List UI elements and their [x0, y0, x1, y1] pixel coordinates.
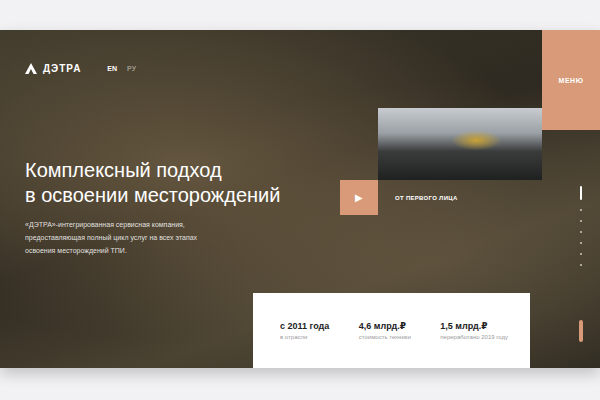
- stat-label: переработано 2019 году: [440, 334, 508, 340]
- page: ДЭТРА EN РУ МЕНЮ Комплексный подходв освоени…: [0, 0, 600, 400]
- stat-value: 4,6 млрд.₽: [359, 321, 411, 331]
- hero-text: Комплексный подходв освоении месторожден…: [25, 108, 340, 293]
- pagination-dot[interactable]: [580, 253, 582, 255]
- header: ДЭТРА EN РУ: [25, 30, 530, 108]
- logo-text: ДЭТРА: [43, 63, 81, 74]
- pagination-dot[interactable]: [580, 264, 582, 266]
- pagination-dot[interactable]: [580, 209, 582, 211]
- headline: Комплексный подходв освоении месторожден…: [25, 158, 340, 208]
- stats-card: с 2011 года в отрасли 4,6 млрд.₽ стоимость …: [253, 293, 530, 368]
- stat: с 2011 года в отрасли: [280, 321, 329, 340]
- headline-line: в освоении месторождений: [25, 183, 340, 208]
- stat-label: стоимость техники: [359, 334, 411, 340]
- language-switch: EN РУ: [107, 65, 136, 72]
- stat-value: 1,5 млрд.₽: [440, 321, 508, 331]
- video-preview[interactable]: [378, 108, 542, 180]
- scroll-thumb[interactable]: [579, 320, 583, 342]
- menu-button[interactable]: МЕНЮ: [542, 30, 600, 130]
- play-button[interactable]: ▶: [340, 180, 378, 215]
- video-caption[interactable]: ОТ ПЕРВОГО ЛИЦА: [378, 180, 542, 215]
- hero: ДЭТРА EN РУ МЕНЮ Комплексный подходв освоени…: [0, 30, 600, 368]
- pagination-dot[interactable]: [580, 186, 582, 200]
- pagination: [542, 180, 600, 293]
- stat: 1,5 млрд.₽ переработано 2019 году: [440, 321, 508, 340]
- stat-label: в отрасли: [280, 334, 329, 340]
- description: «ДЭТРА»-интегрированная сервисная компан…: [25, 218, 205, 257]
- stat: 4,6 млрд.₽ стоимость техники: [359, 321, 411, 340]
- language-option[interactable]: EN: [107, 65, 117, 72]
- stat-value: с 2011 года: [280, 321, 329, 331]
- pagination-dot[interactable]: [580, 242, 582, 244]
- logo[interactable]: ДЭТРА: [25, 63, 81, 74]
- language-option[interactable]: РУ: [127, 65, 136, 72]
- headline-line: Комплексный подход: [25, 158, 340, 183]
- pagination-dot[interactable]: [580, 231, 582, 233]
- pagination-dot[interactable]: [580, 220, 582, 222]
- logo-icon: [25, 63, 37, 74]
